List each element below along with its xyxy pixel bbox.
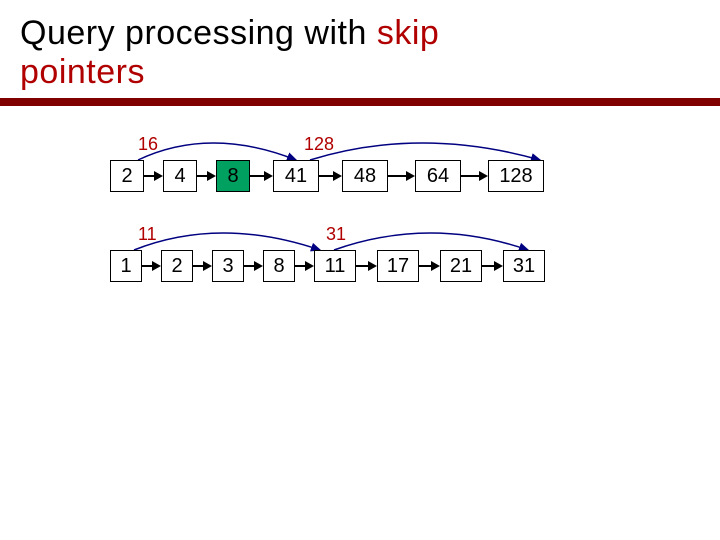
title-main: Query processing with xyxy=(20,14,377,52)
title-accent-1: skip xyxy=(377,14,439,52)
arrow-right-icon xyxy=(250,171,273,181)
arrow-right-icon xyxy=(244,261,263,271)
arrow-right-icon xyxy=(419,261,440,271)
posting-cell: 21 xyxy=(440,250,482,282)
arrow-right-icon xyxy=(193,261,212,271)
posting-cell: 4 xyxy=(163,160,197,192)
skip-arcs-svg xyxy=(20,116,720,336)
posting-cell: 64 xyxy=(415,160,461,192)
posting-cell: 41 xyxy=(273,160,319,192)
posting-cell: 2 xyxy=(161,250,193,282)
skip-label: 16 xyxy=(138,134,158,155)
arrow-right-icon xyxy=(319,171,342,181)
posting-cell-highlighted: 8 xyxy=(216,160,250,192)
postings-list-a: 2 4 8 41 48 64 128 xyxy=(110,160,544,192)
arrow-right-icon xyxy=(356,261,377,271)
arrow-right-icon xyxy=(295,261,314,271)
slide: Query processing with skip pointers 16 1… xyxy=(0,0,720,540)
arrow-right-icon xyxy=(461,171,488,181)
arrow-right-icon xyxy=(197,171,216,181)
posting-cell: 128 xyxy=(488,160,544,192)
skip-pointer-diagram: 16 128 2 4 8 41 48 64 128 11 31 1 2 3 xyxy=(20,116,700,336)
arrow-right-icon xyxy=(144,171,163,181)
title-rule xyxy=(0,98,720,106)
arrow-right-icon xyxy=(142,261,161,271)
title-accent-2: pointers xyxy=(20,53,145,91)
skip-label: 128 xyxy=(304,134,334,155)
postings-list-b: 1 2 3 8 11 17 21 31 xyxy=(110,250,545,282)
skip-label: 11 xyxy=(138,224,157,245)
posting-cell: 2 xyxy=(110,160,144,192)
posting-cell: 11 xyxy=(314,250,356,282)
page-title: Query processing with skip pointers xyxy=(20,14,700,92)
posting-cell: 31 xyxy=(503,250,545,282)
posting-cell: 3 xyxy=(212,250,244,282)
arrow-right-icon xyxy=(388,171,415,181)
posting-cell: 17 xyxy=(377,250,419,282)
posting-cell: 48 xyxy=(342,160,388,192)
posting-cell: 8 xyxy=(263,250,295,282)
posting-cell: 1 xyxy=(110,250,142,282)
arrow-right-icon xyxy=(482,261,503,271)
skip-label: 31 xyxy=(326,224,346,245)
